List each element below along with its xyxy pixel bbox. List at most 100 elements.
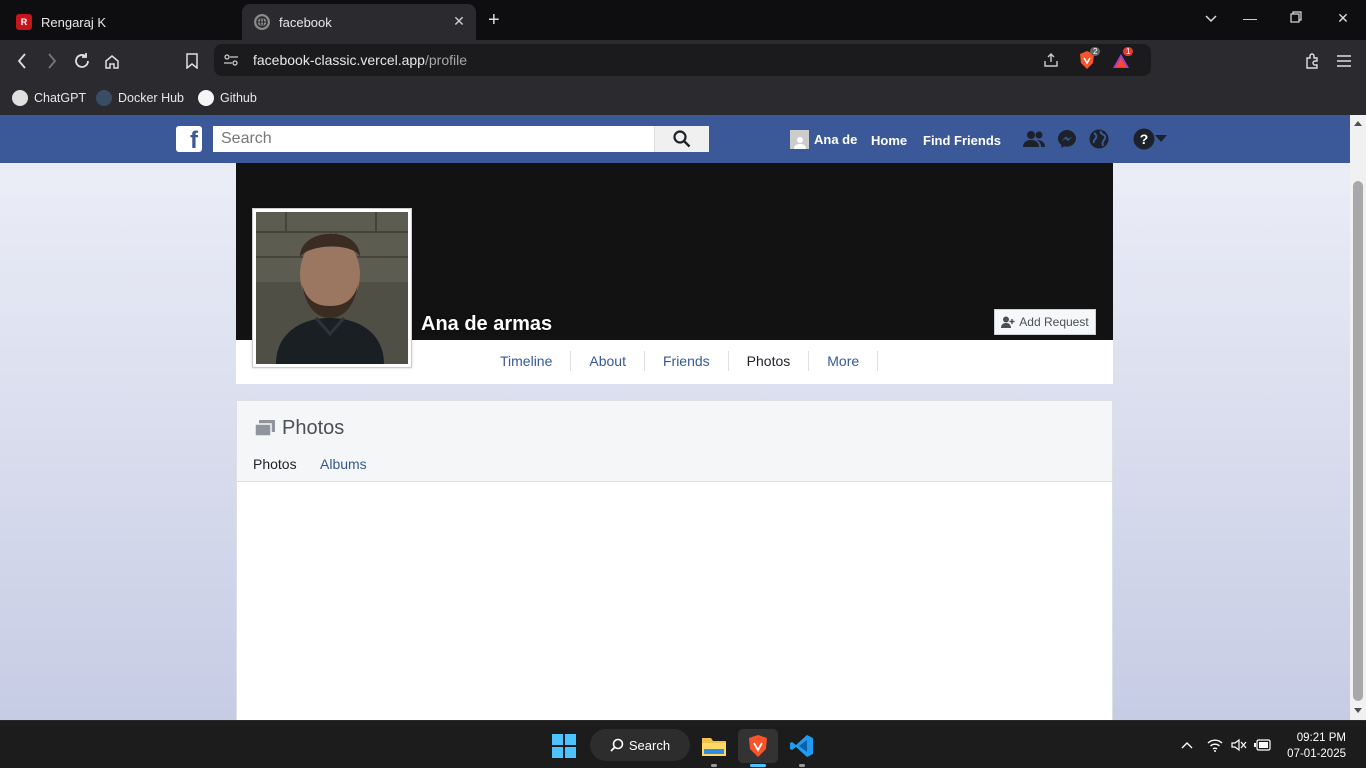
bookmark-github[interactable]: Github (198, 88, 257, 108)
svg-text:?: ? (1140, 131, 1149, 147)
github-icon (198, 90, 214, 106)
bookmark-label: Docker Hub (118, 91, 184, 105)
search-button[interactable] (654, 126, 709, 152)
docker-icon (96, 90, 112, 106)
photos-icon (254, 420, 275, 441)
running-indicator (711, 764, 717, 767)
profile-tabs: Timeline About Friends Photos More (482, 349, 879, 373)
site-info-icon[interactable] (220, 49, 242, 71)
globe-favicon-icon (254, 14, 270, 30)
tab-facebook[interactable]: facebook ✕ (242, 4, 476, 40)
volume-muted-icon[interactable] (1230, 736, 1248, 754)
folder-icon (702, 738, 726, 756)
scroll-thumb[interactable] (1353, 181, 1363, 701)
close-window-icon[interactable]: ✕ (1333, 10, 1353, 27)
bookmark-chatgpt[interactable]: ChatGPT (12, 88, 86, 108)
tab-more[interactable]: More (809, 351, 879, 371)
clock-date: 07-01-2025 (1287, 748, 1346, 760)
browser-tab-strip: R Rengaraj K facebook ✕ + — ✕ (0, 0, 1366, 40)
help-icon[interactable]: ? (1133, 128, 1155, 150)
extensions-icon[interactable] (1302, 50, 1324, 72)
add-friend-icon (1001, 316, 1015, 328)
start-button[interactable] (544, 729, 584, 763)
profile-name: Ana de armas (421, 313, 553, 335)
tab-search-chevron-icon[interactable] (1201, 10, 1221, 26)
messenger-icon[interactable] (1056, 128, 1078, 150)
bookmark-label: ChatGPT (34, 91, 87, 105)
bookmark-docker-hub[interactable]: Docker Hub (96, 88, 184, 108)
shield-count-badge: 2 (1090, 47, 1101, 56)
page-scrollbar[interactable] (1350, 115, 1366, 720)
vscode-icon (790, 735, 813, 757)
vscode-taskbar-item[interactable] (782, 729, 822, 767)
user-name: Ana de (814, 132, 858, 147)
subtab-photos[interactable]: Photos (253, 456, 297, 472)
profile-photo-image (256, 212, 408, 364)
reload-icon[interactable] (71, 50, 93, 72)
subtab-albums[interactable]: Albums (320, 456, 367, 472)
url-path: /profile (424, 52, 468, 68)
fb-header: f Ana de Home Find Friends ? (0, 115, 1350, 163)
taskbar-search[interactable]: Search (590, 729, 690, 761)
home-link[interactable]: Home (871, 133, 907, 148)
facebook-logo-icon[interactable]: f (176, 126, 202, 152)
back-icon[interactable] (11, 50, 33, 72)
brave-taskbar-item[interactable] (738, 729, 778, 767)
battery-icon[interactable] (1254, 736, 1272, 754)
running-indicator (799, 764, 805, 767)
add-request-button[interactable]: Add Request (994, 309, 1096, 335)
photos-section: Photos Photos Albums (236, 400, 1113, 720)
chevron-down-icon[interactable] (1155, 128, 1167, 150)
brave-icon (749, 735, 767, 757)
scroll-up-icon[interactable] (1354, 121, 1362, 126)
chatgpt-icon (12, 90, 28, 106)
home-icon[interactable] (101, 50, 123, 72)
url-host: facebook-classic.vercel.app (253, 52, 425, 68)
clock[interactable]: 09:21 PM 07-01-2025 (1287, 730, 1346, 762)
new-tab-icon[interactable]: + (488, 10, 500, 30)
taskbar-search-label: Search (628, 737, 671, 753)
bookmarks-bar: ChatGPT Docker Hub Github (0, 82, 1366, 115)
minimize-icon[interactable]: — (1240, 10, 1260, 26)
photos-title: Photos (282, 417, 345, 439)
wifi-icon[interactable] (1206, 736, 1224, 754)
active-indicator (750, 764, 766, 767)
fb-search-input[interactable] (213, 126, 654, 152)
bookmark-label: Github (220, 91, 257, 105)
browser-toolbar: facebook-classic.vercel.app/profile 2 1 (0, 40, 1366, 82)
file-explorer-taskbar-item[interactable] (694, 729, 734, 767)
scroll-down-icon[interactable] (1354, 708, 1362, 713)
close-tab-icon[interactable]: ✕ (452, 14, 466, 28)
friend-requests-icon[interactable] (1023, 128, 1045, 150)
avatar (790, 130, 809, 149)
tab-timeline[interactable]: Timeline (482, 351, 572, 371)
restore-icon[interactable] (1286, 10, 1306, 26)
share-icon[interactable] (1040, 49, 1062, 71)
search-icon (610, 738, 624, 752)
url-text: facebook-classic.vercel.app/profile (253, 52, 467, 68)
add-request-label: Add Request (1019, 315, 1089, 329)
windows-logo-icon (552, 734, 576, 758)
forward-icon[interactable] (41, 50, 63, 72)
tab-friends[interactable]: Friends (645, 351, 729, 371)
tab-title: facebook (279, 14, 332, 30)
tab-title: Rengaraj K (41, 14, 107, 30)
menu-icon[interactable] (1333, 50, 1355, 72)
tab-rengaraj[interactable]: R Rengaraj K (8, 4, 238, 40)
fb-user-link[interactable]: Ana de (790, 130, 857, 149)
photos-header: Photos Photos Albums (237, 401, 1112, 482)
find-friends-link[interactable]: Find Friends (923, 133, 1001, 148)
globe-notifications-icon[interactable] (1088, 128, 1110, 150)
bookmark-icon[interactable] (181, 50, 203, 72)
profile-picture[interactable] (252, 208, 412, 368)
profile-header: Ana de armas Add Request Timeline About … (236, 163, 1113, 384)
address-bar[interactable]: facebook-classic.vercel.app/profile 2 1 (214, 44, 1151, 76)
rengaraj-favicon-icon: R (16, 14, 32, 30)
tray-chevron-up-icon[interactable] (1178, 736, 1196, 754)
tab-photos[interactable]: Photos (729, 351, 810, 371)
page-viewport: f Ana de Home Find Friends ? (0, 115, 1350, 720)
windows-taskbar: Search 09:21 PM 07-01-2025 (0, 720, 1366, 768)
search-icon (673, 130, 691, 148)
tab-about[interactable]: About (571, 351, 645, 371)
clock-time: 09:21 PM (1296, 732, 1346, 744)
